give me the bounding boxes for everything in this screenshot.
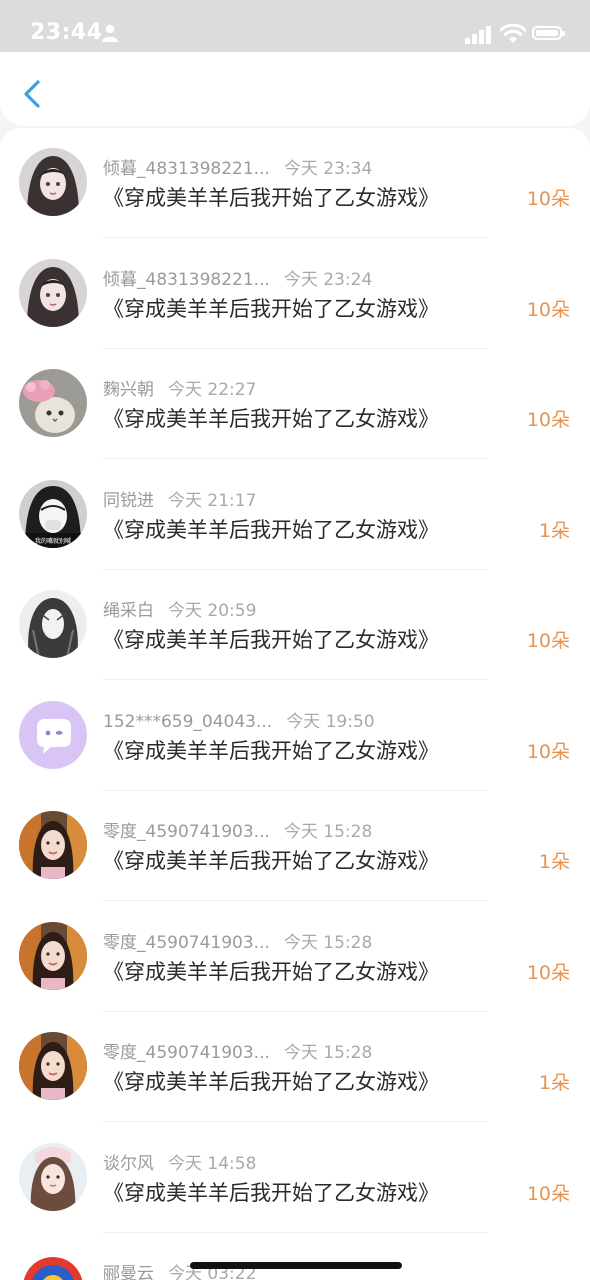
item-meta: 麴兴朝 今天 22:27 bbox=[103, 375, 256, 400]
list-item[interactable]: 我的嘴就别喊 同锐进 今天 21:17 《穿成美羊羊后我开始了乙女游戏》 1朵 bbox=[0, 460, 590, 570]
signal-icon bbox=[465, 26, 491, 44]
user-name[interactable]: 倾暮_4831398221... bbox=[103, 265, 270, 290]
avatar[interactable] bbox=[19, 369, 87, 437]
nav-bar bbox=[0, 52, 590, 126]
user-name[interactable]: 倾暮_4831398221... bbox=[103, 154, 270, 179]
avatar[interactable] bbox=[19, 700, 87, 769]
avatar[interactable] bbox=[19, 258, 87, 327]
item-meta: 零度_4590741903... 今天 15:28 bbox=[103, 928, 372, 953]
timestamp: 今天 23:34 bbox=[283, 159, 373, 179]
avatar[interactable] bbox=[19, 1253, 87, 1280]
item-meta: 谈尔风 今天 14:58 bbox=[103, 1149, 256, 1174]
book-title[interactable]: 《穿成美羊羊后我开始了乙女游戏》 bbox=[103, 1066, 439, 1096]
user-name[interactable]: 零度_4590741903... bbox=[103, 817, 270, 842]
avatar[interactable] bbox=[19, 811, 87, 879]
list-item[interactable]: 零度_4590741903... 今天 15:28 《穿成美羊羊后我开始了乙女游戏》… bbox=[0, 791, 590, 901]
avatar[interactable] bbox=[19, 1142, 87, 1211]
item-meta: 倾暮_4831398221... 今天 23:34 bbox=[103, 154, 372, 179]
book-title[interactable]: 《穿成美羊羊后我开始了乙女游戏》 bbox=[103, 182, 439, 212]
item-meta: 倾暮_4831398221... 今天 23:24 bbox=[103, 265, 372, 290]
timestamp: 今天 20:59 bbox=[168, 601, 257, 621]
list-item[interactable]: 郦曼云 今天 03:22 bbox=[0, 1233, 590, 1280]
gift-amount: 10朵 bbox=[526, 740, 570, 763]
timestamp: 今天 14:58 bbox=[168, 1153, 257, 1174]
book-title[interactable]: 《穿成美羊羊后我开始了乙女游戏》 bbox=[103, 845, 439, 875]
book-title[interactable]: 《穿成美羊羊后我开始了乙女游戏》 bbox=[103, 624, 439, 654]
user-name[interactable]: 152***659_04043... bbox=[103, 712, 272, 732]
gift-list: 倾暮_4831398221... 今天 23:34 《穿成美羊羊后我开始了乙女游戏》… bbox=[0, 128, 590, 1280]
timestamp: 今天 19:50 bbox=[286, 711, 375, 732]
wifi-icon bbox=[500, 24, 526, 43]
user-name[interactable]: 麴兴朝 bbox=[103, 375, 154, 400]
timestamp: 今天 22:27 bbox=[168, 380, 257, 400]
gift-amount: 10朵 bbox=[526, 1182, 570, 1205]
avatar[interactable]: 我的嘴就别喊 bbox=[19, 479, 87, 548]
item-meta: 零度_4590741903... 今天 15:28 bbox=[103, 1038, 372, 1063]
timestamp: 今天 15:28 bbox=[283, 932, 373, 953]
item-meta: 152***659_04043... 今天 19:50 bbox=[103, 707, 375, 732]
gift-amount: 1朵 bbox=[538, 851, 570, 873]
book-title[interactable]: 《穿成美羊羊后我开始了乙女游戏》 bbox=[103, 735, 439, 765]
timestamp: 今天 23:24 bbox=[283, 269, 373, 290]
list-item[interactable]: 152***659_04043... 今天 19:50 《穿成美羊羊后我开始了乙女游… bbox=[0, 681, 590, 791]
user-name[interactable]: 谈尔风 bbox=[103, 1149, 154, 1174]
timestamp: 今天 15:28 bbox=[283, 1043, 373, 1063]
user-name[interactable]: 零度_4590741903... bbox=[103, 928, 270, 953]
book-title[interactable]: 《穿成美羊羊后我开始了乙女游戏》 bbox=[103, 956, 439, 986]
chevron-left-icon[interactable] bbox=[22, 79, 42, 109]
list-item[interactable]: 零度_4590741903... 今天 15:28 《穿成美羊羊后我开始了乙女游戏》… bbox=[0, 902, 590, 1012]
battery-icon bbox=[532, 26, 565, 40]
list-item[interactable]: 绳采白 今天 20:59 《穿成美羊羊后我开始了乙女游戏》 10朵 bbox=[0, 570, 590, 680]
list-item[interactable]: 谈尔风 今天 14:58 《穿成美羊羊后我开始了乙女游戏》 10朵 bbox=[0, 1123, 590, 1233]
avatar[interactable] bbox=[19, 590, 87, 658]
item-meta: 绳采白 今天 20:59 bbox=[103, 596, 256, 621]
book-title[interactable]: 《穿成美羊羊后我开始了乙女游戏》 bbox=[103, 1177, 439, 1207]
status-time: 23:44 bbox=[30, 20, 103, 45]
item-meta: 同锐进 今天 21:17 bbox=[103, 486, 256, 511]
gift-amount: 1朵 bbox=[538, 1072, 570, 1094]
avatar[interactable] bbox=[19, 921, 87, 990]
book-title[interactable]: 《穿成美羊羊后我开始了乙女游戏》 bbox=[103, 514, 439, 544]
person-icon bbox=[102, 24, 118, 42]
svg-text:我的嘴就别喊: 我的嘴就别喊 bbox=[35, 537, 71, 545]
item-meta: 零度_4590741903... 今天 15:28 bbox=[103, 817, 372, 842]
avatar[interactable] bbox=[19, 1032, 87, 1100]
user-name[interactable]: 郦曼云 bbox=[103, 1259, 154, 1280]
avatar[interactable] bbox=[19, 148, 87, 216]
gift-amount: 10朵 bbox=[526, 630, 570, 652]
list-item[interactable]: 倾暮_4831398221... 今天 23:34 《穿成美羊羊后我开始了乙女游戏》… bbox=[0, 128, 590, 238]
list-item[interactable]: 麴兴朝 今天 22:27 《穿成美羊羊后我开始了乙女游戏》 10朵 bbox=[0, 349, 590, 459]
gift-amount: 10朵 bbox=[526, 188, 570, 210]
list-item[interactable]: 倾暮_4831398221... 今天 23:24 《穿成美羊羊后我开始了乙女游戏》… bbox=[0, 239, 590, 349]
gift-amount: 10朵 bbox=[526, 961, 570, 984]
book-title[interactable]: 《穿成美羊羊后我开始了乙女游戏》 bbox=[103, 403, 439, 433]
gift-amount: 10朵 bbox=[526, 409, 570, 431]
timestamp: 今天 15:28 bbox=[283, 822, 373, 842]
home-indicator[interactable] bbox=[190, 1262, 402, 1269]
status-bar: 23:44 bbox=[0, 0, 590, 52]
gift-amount: 10朵 bbox=[526, 298, 570, 321]
list-item[interactable]: 零度_4590741903... 今天 15:28 《穿成美羊羊后我开始了乙女游戏》… bbox=[0, 1012, 590, 1122]
user-name[interactable]: 绳采白 bbox=[103, 596, 154, 621]
book-title[interactable]: 《穿成美羊羊后我开始了乙女游戏》 bbox=[103, 293, 439, 323]
gift-amount: 1朵 bbox=[538, 519, 570, 542]
user-name[interactable]: 零度_4590741903... bbox=[103, 1038, 270, 1063]
timestamp: 今天 21:17 bbox=[168, 490, 257, 511]
user-name[interactable]: 同锐进 bbox=[103, 486, 154, 511]
